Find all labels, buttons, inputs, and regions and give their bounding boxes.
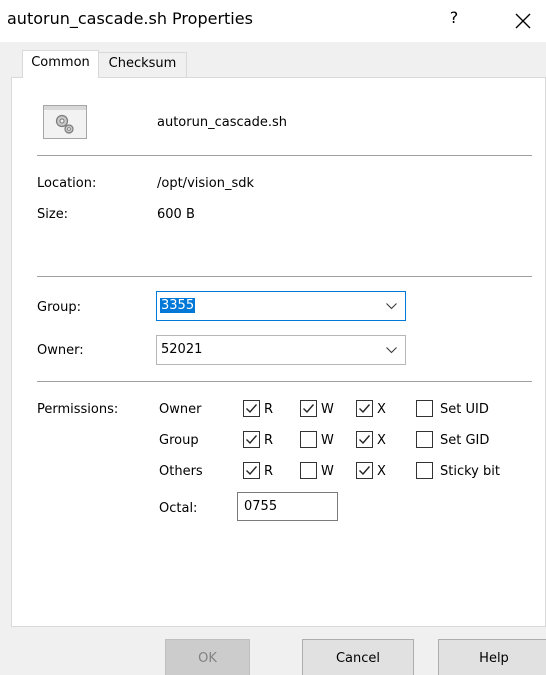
location-label: Location: bbox=[37, 176, 97, 191]
size-value: 600 B bbox=[157, 207, 195, 222]
owner-w-checkbox[interactable] bbox=[300, 400, 317, 417]
permissions-label: Permissions: bbox=[37, 402, 119, 417]
gears-file-icon bbox=[43, 105, 87, 139]
group-label: Group: bbox=[37, 300, 81, 315]
close-button[interactable] bbox=[508, 6, 536, 34]
perm-row-label-group: Group bbox=[159, 433, 199, 448]
owner-special-checkbox[interactable] bbox=[416, 400, 433, 417]
group-w-checkbox[interactable] bbox=[300, 431, 317, 448]
owner-label: Owner: bbox=[37, 343, 84, 358]
others-special-checkbox[interactable] bbox=[416, 462, 433, 479]
divider bbox=[37, 276, 532, 277]
owner-w-label: W bbox=[321, 402, 334, 417]
others-w-checkbox[interactable] bbox=[300, 462, 317, 479]
file-name: autorun_cascade.sh bbox=[157, 115, 287, 130]
octal-value: 0755 bbox=[244, 499, 278, 514]
chevron-down-icon bbox=[386, 347, 397, 354]
tab-common[interactable]: Common bbox=[22, 50, 99, 78]
help-question-button[interactable]: ? bbox=[444, 8, 464, 27]
group-w-label: W bbox=[321, 433, 334, 448]
title-bar: autorun_cascade.sh Properties ? bbox=[0, 0, 546, 42]
owner-combobox[interactable]: 52021 bbox=[156, 335, 406, 365]
window-title: autorun_cascade.sh Properties bbox=[7, 9, 253, 28]
help-button[interactable]: Help bbox=[438, 639, 546, 675]
location-value: /opt/vision_sdk bbox=[157, 176, 254, 191]
perm-row-label-others: Others bbox=[159, 464, 203, 479]
size-label: Size: bbox=[37, 207, 69, 222]
others-w-label: W bbox=[321, 464, 334, 479]
others-special-label: Sticky bit bbox=[440, 464, 500, 479]
others-x-label: X bbox=[377, 464, 386, 479]
others-r-label: R bbox=[264, 464, 274, 479]
tab-checksum[interactable]: Checksum bbox=[99, 52, 187, 78]
octal-label: Octal: bbox=[159, 501, 198, 516]
group-x-checkbox[interactable] bbox=[356, 431, 373, 448]
owner-r-checkbox[interactable] bbox=[243, 400, 260, 417]
chevron-down-icon bbox=[386, 303, 397, 310]
divider bbox=[37, 155, 532, 156]
others-x-checkbox[interactable] bbox=[356, 462, 373, 479]
others-r-checkbox[interactable] bbox=[243, 462, 260, 479]
owner-x-checkbox[interactable] bbox=[356, 400, 373, 417]
owner-x-label: X bbox=[377, 402, 386, 417]
group-special-label: Set GID bbox=[440, 433, 490, 448]
owner-special-label: Set UID bbox=[440, 402, 489, 417]
close-icon bbox=[515, 13, 531, 29]
divider bbox=[37, 381, 532, 382]
owner-value: 52021 bbox=[161, 342, 203, 357]
ok-button[interactable]: OK bbox=[165, 639, 250, 675]
octal-input[interactable]: 0755 bbox=[237, 492, 338, 521]
group-r-label: R bbox=[264, 433, 274, 448]
owner-r-label: R bbox=[264, 402, 274, 417]
cancel-button[interactable]: Cancel bbox=[302, 639, 414, 675]
group-value: 3355 bbox=[160, 298, 196, 313]
perm-row-label-owner: Owner bbox=[159, 402, 202, 417]
group-r-checkbox[interactable] bbox=[243, 431, 260, 448]
group-combobox[interactable]: 3355 bbox=[156, 291, 406, 321]
group-x-label: X bbox=[377, 433, 386, 448]
group-special-checkbox[interactable] bbox=[416, 431, 433, 448]
